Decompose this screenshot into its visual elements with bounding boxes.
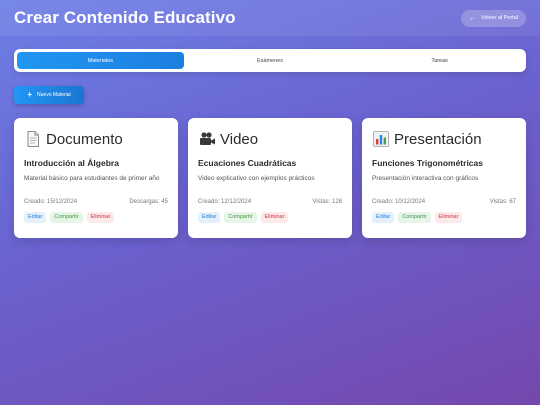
content-tabs: Materiales Exámenes Tareas — [14, 49, 526, 72]
delete-button[interactable]: Eliminar — [434, 212, 463, 223]
plus-icon: + — [27, 90, 33, 99]
top-header: Crear Contenido Educativo ← Volver al Po… — [0, 0, 540, 36]
share-button[interactable]: Compartir — [50, 212, 83, 223]
card-stat: Descargas: 45 — [129, 199, 168, 205]
tab-examenes[interactable]: Exámenes — [187, 52, 354, 69]
edit-button[interactable]: Editar — [372, 212, 395, 223]
card-title: Introducción al Álgebra — [24, 158, 119, 168]
card-created-date: Creado: 12/12/2024 — [198, 199, 252, 205]
card-description: Presentación interactiva con gráficos — [372, 175, 479, 182]
document-icon — [27, 131, 39, 147]
card-description: Material básico para estudiantes de prim… — [24, 175, 160, 182]
card-type: Documento — [46, 130, 123, 148]
share-button[interactable]: Compartir — [398, 212, 431, 223]
delete-button[interactable]: Eliminar — [260, 212, 289, 223]
tab-materiales[interactable]: Materiales — [17, 52, 184, 69]
card-type: Video — [220, 130, 259, 148]
card-created-date: Creado: 15/12/2024 — [24, 199, 78, 205]
new-material-label: Nuevo Material — [37, 92, 71, 98]
card-description: Video explicativo con ejemplos prácticos — [198, 175, 315, 182]
back-to-portal-button[interactable]: ← Volver al Portal — [461, 9, 526, 27]
material-card-presentacion: Presentación Funciones Trigonométricas P… — [362, 118, 526, 238]
share-button[interactable]: Compartir — [224, 212, 257, 223]
back-button-label: Volver al Portal — [481, 15, 518, 21]
material-card-video: Video Ecuaciones Cuadráticas Video expli… — [188, 118, 352, 238]
edit-button[interactable]: Editar — [24, 212, 47, 223]
edit-button[interactable]: Editar — [198, 212, 221, 223]
arrow-left-icon: ← — [469, 14, 476, 22]
delete-button[interactable]: Eliminar — [86, 212, 115, 223]
card-title: Ecuaciones Cuadráticas — [198, 158, 297, 168]
card-stat: Vistas: 128 — [312, 199, 342, 205]
video-camera-icon — [200, 132, 215, 145]
tab-tareas[interactable]: Tareas — [356, 52, 523, 69]
material-card-documento: Documento Introducción al Álgebra Materi… — [14, 118, 178, 238]
new-material-button[interactable]: + Nuevo Material — [14, 86, 84, 104]
card-type: Presentación — [394, 130, 482, 148]
bar-chart-icon — [373, 131, 389, 147]
page-title: Crear Contenido Educativo — [14, 8, 236, 27]
card-title: Funciones Trigonométricas — [372, 158, 483, 168]
card-stat: Vistas: 67 — [489, 199, 516, 205]
card-created-date: Creado: 10/12/2024 — [372, 199, 426, 205]
